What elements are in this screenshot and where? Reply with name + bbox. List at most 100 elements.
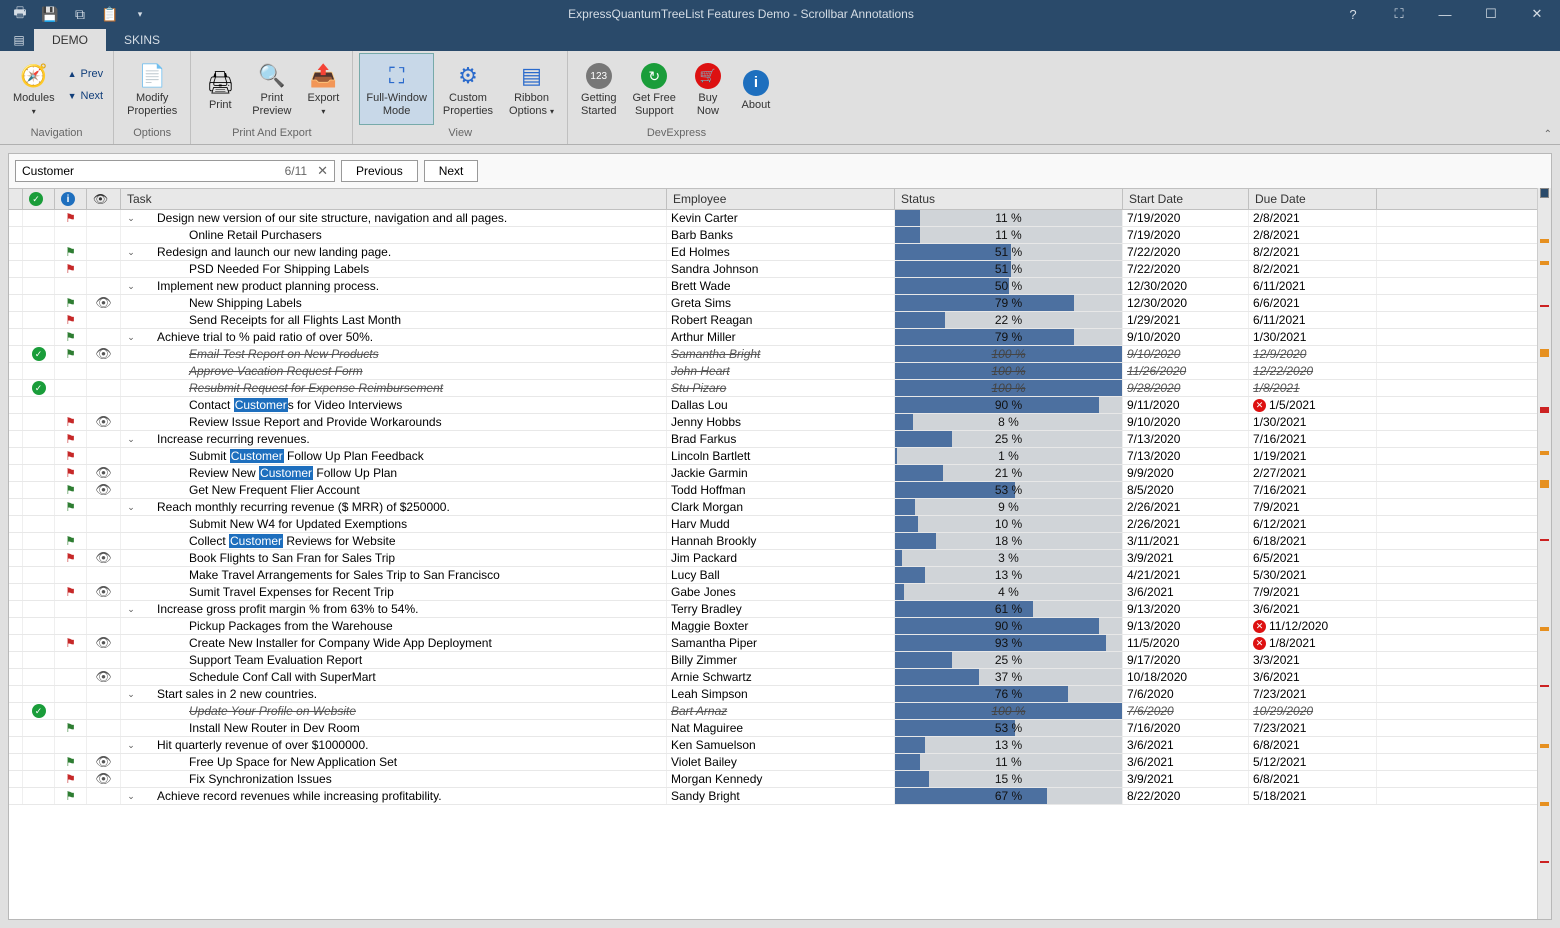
chevron-down-icon[interactable]: ⌄ [125,281,137,292]
table-row[interactable]: ⚑⌄Increase recurring revenues.Brad Farku… [9,431,1551,448]
table-row[interactable]: ⌄Start sales in 2 new countries.Leah Sim… [9,686,1551,703]
close-button[interactable]: ✕ [1514,0,1560,28]
search-box[interactable]: 6/11 ✕ [15,160,335,182]
copy-icon[interactable]: ⧉ [68,2,92,26]
table-row[interactable]: ⚑⌄Achieve trial to % paid ratio of over … [9,329,1551,346]
flag-cell: ⚑ [55,465,87,481]
table-row[interactable]: Make Travel Arrangements for Sales Trip … [9,567,1551,584]
clear-search-icon[interactable]: ✕ [311,163,334,179]
modify-properties-button[interactable]: 📄 ModifyProperties [120,53,184,125]
chevron-down-icon[interactable]: ⌄ [125,434,137,445]
table-row[interactable]: ⚑👁New Shipping LabelsGreta Sims79 %12/30… [9,295,1551,312]
table-row[interactable]: ✓⚑👁Email Test Report on New ProductsSama… [9,346,1551,363]
table-row[interactable]: ⚑👁Review Issue Report and Provide Workar… [9,414,1551,431]
table-row[interactable]: ⚑👁Create New Installer for Company Wide … [9,635,1551,652]
custom-properties-button[interactable]: ⚙CustomProperties [436,53,500,125]
task-cell: Review Issue Report and Provide Workarou… [121,414,667,430]
table-row[interactable]: ⚑⌄Redesign and launch our new landing pa… [9,244,1551,261]
table-row[interactable]: ⚑Collect Customer Reviews for WebsiteHan… [9,533,1551,550]
getting-started-button[interactable]: 123GettingStarted [574,53,623,125]
chevron-down-icon[interactable]: ⌄ [125,247,137,258]
table-row[interactable]: 👁Schedule Conf Call with SuperMartArnie … [9,669,1551,686]
table-row[interactable]: ⚑Install New Router in Dev RoomNat Magui… [9,720,1551,737]
table-row[interactable]: ⚑👁Sumit Travel Expenses for Recent TripG… [9,584,1551,601]
search-next-button[interactable]: Next [424,160,479,182]
get-free-support-button[interactable]: ↻Get FreeSupport [626,53,683,125]
task-cell: Create New Installer for Company Wide Ap… [121,635,667,651]
chevron-down-icon[interactable]: ⌄ [125,332,137,343]
table-row[interactable]: ⌄Increase gross profit margin % from 63%… [9,601,1551,618]
chevron-down-icon[interactable]: ⌄ [125,502,137,513]
full-window-mode-button[interactable]: ⛶Full-WindowMode [359,53,434,125]
table-row[interactable]: Pickup Packages from the WarehouseMaggie… [9,618,1551,635]
table-row[interactable]: ⚑Send Receipts for all Flights Last Mont… [9,312,1551,329]
table-row[interactable]: ⚑⌄Achieve record revenues while increasi… [9,788,1551,805]
task-cell: Collect Customer Reviews for Website [121,533,667,549]
table-row[interactable]: Support Team Evaluation ReportBilly Zimm… [9,652,1551,669]
next-button[interactable]: ▼Next [64,85,108,107]
watch-cell [87,686,121,702]
tree-list-body[interactable]: ⚑⌄Design new version of our site structu… [9,210,1551,919]
table-row[interactable]: Contact Customers for Video InterviewsDa… [9,397,1551,414]
table-row[interactable]: ⚑PSD Needed For Shipping LabelsSandra Jo… [9,261,1551,278]
modules-button[interactable]: 🧭 Modules▾ [6,53,62,125]
column-task[interactable]: Task [121,189,667,209]
checkmark-icon: ✓ [29,192,43,206]
column-due-date[interactable]: Due Date [1249,189,1377,209]
export-button[interactable]: 📤Export▾ [300,53,346,125]
done-cell [23,533,55,549]
table-row[interactable]: ⚑👁Review New Customer Follow Up PlanJack… [9,465,1551,482]
table-row[interactable]: ⌄Hit quarterly revenue of over $1000000.… [9,737,1551,754]
column-employee[interactable]: Employee [667,189,895,209]
search-previous-button[interactable]: Previous [341,160,418,182]
table-row[interactable]: ✓Update Your Profile on WebsiteBart Arna… [9,703,1551,720]
search-input[interactable] [16,164,285,178]
column-flag[interactable]: i [55,189,87,209]
due-date-cell: 5/18/2021 [1249,788,1377,804]
table-row[interactable]: ⚑⌄Reach monthly recurring revenue ($ MRR… [9,499,1551,516]
table-row[interactable]: Approve Vacation Request FormJohn Heart1… [9,363,1551,380]
table-row[interactable]: Submit New W4 for Updated ExemptionsHarv… [9,516,1551,533]
column-start-date[interactable]: Start Date [1123,189,1249,209]
paste-icon[interactable]: 📋 [98,2,122,26]
table-row[interactable]: ⚑👁Book Flights to San Fran for Sales Tri… [9,550,1551,567]
search-highlight: Customer [234,398,288,412]
chevron-down-icon[interactable]: ⌄ [125,740,137,751]
table-row[interactable]: ⚑⌄Design new version of our site structu… [9,210,1551,227]
minimize-button[interactable]: — [1422,0,1468,28]
table-row[interactable]: ⚑👁Get New Frequent Flier AccountTodd Hof… [9,482,1551,499]
status-cell: 11 % [895,754,1123,770]
column-status[interactable]: Status [895,189,1123,209]
app-menu-icon[interactable]: ▤ [4,28,34,51]
about-button[interactable]: iAbout [733,53,779,125]
flag-icon: ⚑ [65,245,76,259]
ribbon-options-button[interactable]: ▤RibbonOptions ▾ [502,53,561,125]
chevron-down-icon[interactable]: ⌄ [125,791,137,802]
save-icon[interactable]: 💾 [38,2,62,26]
chevron-down-icon[interactable]: ⌄ [125,689,137,700]
table-row[interactable]: ⚑Submit Customer Follow Up Plan Feedback… [9,448,1551,465]
table-row[interactable]: ⚑👁Fix Synchronization IssuesMorgan Kenne… [9,771,1551,788]
tab-skins[interactable]: SKINS [106,29,178,51]
scrollbar-annotations[interactable] [1537,188,1551,919]
buy-now-button[interactable]: 🛒BuyNow [685,53,731,125]
column-done[interactable]: ✓ [23,189,55,209]
table-row[interactable]: ⚑👁Free Up Space for New Application SetV… [9,754,1551,771]
help-icon[interactable]: ? [1330,0,1376,28]
print-button[interactable]: 🖨Print [197,53,243,125]
prev-button[interactable]: ▲Prev [64,63,108,85]
qat-dropdown-icon[interactable]: ▾ [128,2,152,26]
collapse-ribbon-icon[interactable]: ⌃ [1544,129,1552,140]
print-preview-button[interactable]: 🔍PrintPreview [245,53,298,125]
chevron-down-icon[interactable]: ⌄ [125,604,137,615]
maximize-button[interactable]: ☐ [1468,0,1514,28]
table-row[interactable]: ✓Resubmit Request for Expense Reimbursem… [9,380,1551,397]
table-row[interactable]: ⌄Implement new product planning process.… [9,278,1551,295]
tab-demo[interactable]: DEMO [34,29,106,51]
table-row[interactable]: Online Retail PurchasersBarb Banks11 %7/… [9,227,1551,244]
chevron-down-icon[interactable]: ⌄ [125,213,137,224]
column-watch[interactable]: 👁 [87,189,121,209]
printer-icon: 🖨 [204,67,236,99]
fullscreen-icon[interactable]: ⛶ [1376,0,1422,28]
print-icon[interactable]: 🖶 [8,2,32,26]
